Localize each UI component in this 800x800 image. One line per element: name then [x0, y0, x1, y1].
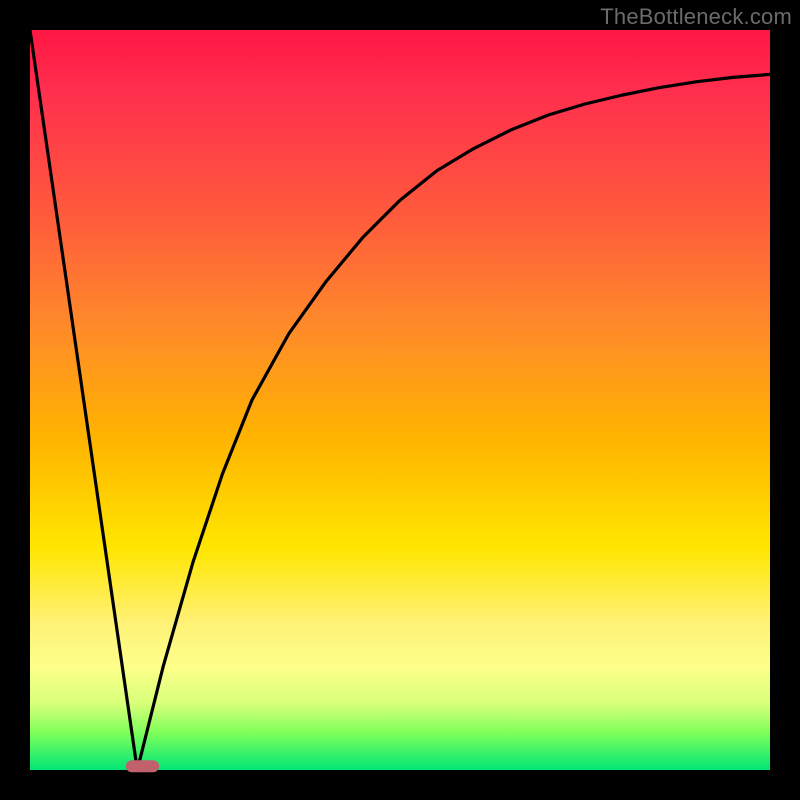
marker-layer	[126, 760, 159, 772]
chart-frame: TheBottleneck.com	[0, 0, 800, 800]
chart-overlay	[0, 0, 800, 800]
curve-layer	[30, 30, 770, 770]
bottleneck-curve	[30, 30, 770, 770]
watermark-text: TheBottleneck.com	[600, 4, 792, 30]
bottom-indicator	[126, 760, 159, 772]
